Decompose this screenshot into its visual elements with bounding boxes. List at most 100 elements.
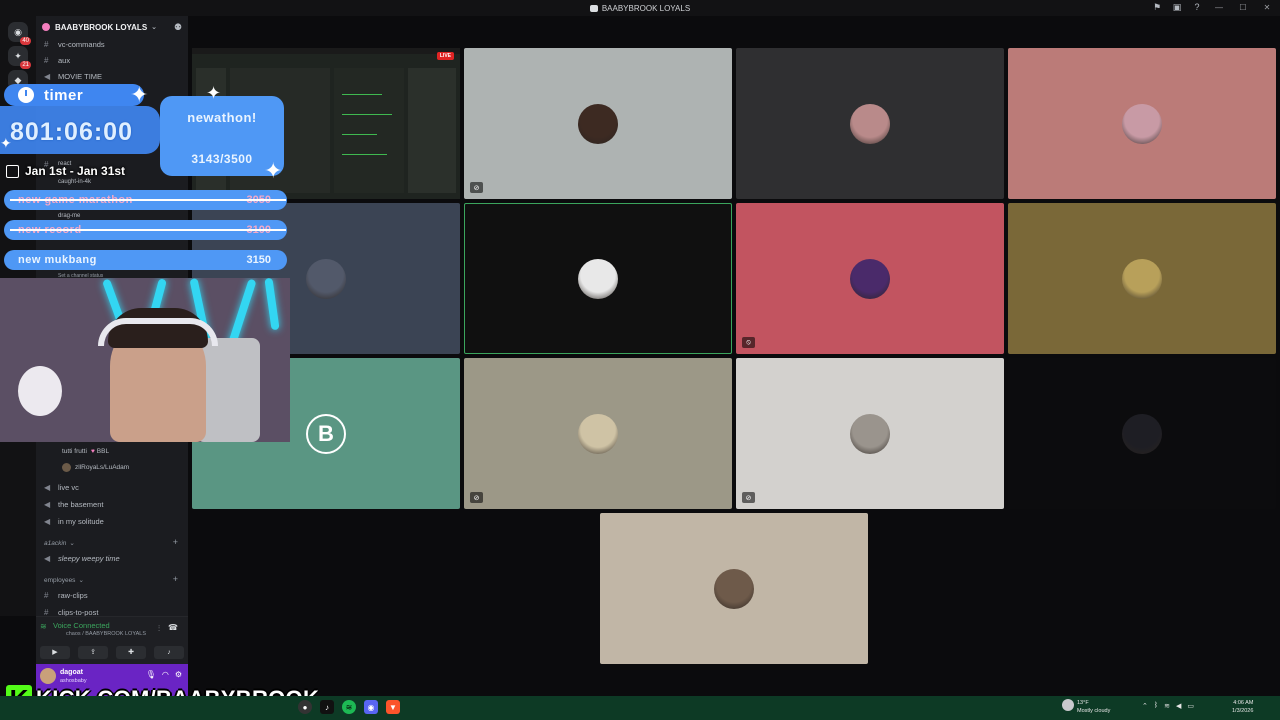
avatar: B: [306, 413, 346, 454]
voice-connected-panel: ≋ Voice Connected chaos / BAABYBROOK LOYA…: [36, 616, 188, 664]
participant-tile[interactable]: [736, 48, 1004, 199]
participant-tile[interactable]: [1008, 358, 1276, 509]
help-icon[interactable]: ?: [1192, 2, 1202, 12]
goal-bar: new record 3100: [4, 220, 287, 240]
sparkle-icon: ✦: [0, 135, 12, 151]
avatar: [850, 103, 890, 144]
hash-icon: #: [44, 590, 49, 600]
heart-icon: ♥: [90, 447, 95, 455]
gear-icon[interactable]: ⚙: [175, 670, 182, 679]
server-header[interactable]: BAABYBROOK LOYALS ⌄ ⚉: [36, 16, 188, 38]
voice-user[interactable]: tutti frutti ♥ BBL: [62, 445, 109, 457]
inbox-icon[interactable]: ▣: [1172, 2, 1182, 12]
voice-channel-item[interactable]: ◀ MOVIE TIME: [44, 69, 102, 83]
spotify-icon[interactable]: ≋: [342, 700, 356, 714]
muted-video-icon: ⊘: [742, 492, 755, 503]
participant-tile[interactable]: ⊘: [464, 48, 732, 199]
soundboard-button[interactable]: ♪: [154, 645, 184, 659]
channel-item[interactable]: # vc-commands: [44, 37, 105, 51]
speaker-icon: ◀: [44, 482, 51, 492]
screen-share-button[interactable]: ⇪: [78, 645, 108, 659]
date-range: Jan 1st - Jan 31st: [6, 164, 125, 178]
avatar: [306, 258, 346, 299]
microphone-icon[interactable]: 🎙: [146, 670, 156, 679]
participant-tile[interactable]: [1008, 48, 1276, 199]
participant-tile[interactable]: [600, 513, 868, 664]
close-button[interactable]: ✕: [1260, 2, 1274, 12]
notification-badge: 21: [20, 61, 31, 69]
goal-bar: new mukbang 3150: [4, 250, 287, 270]
title-bar-controls: ⚑ ▣ ? — ☐ ✕: [1152, 2, 1274, 13]
goal-label: new mukbang: [18, 254, 97, 266]
voice-channel-item[interactable]: ◀ the basement: [44, 497, 103, 511]
camera-button[interactable]: ▶: [40, 645, 70, 659]
webcam-feed: [0, 278, 290, 442]
clock-time: 4:06 AM: [1233, 700, 1254, 706]
invite-icon[interactable]: ⚉: [174, 22, 182, 33]
pin-icon[interactable]: ⚑: [1152, 2, 1162, 12]
avatar: [1122, 413, 1162, 454]
muted-video-icon: ⊘: [470, 492, 483, 503]
activities-button[interactable]: ✚: [116, 645, 146, 659]
chevron-up-icon[interactable]: ⌃: [1142, 702, 1148, 710]
avatar: [578, 413, 618, 454]
speaker-icon: ◀: [44, 499, 51, 509]
participant-tile[interactable]: ⊘: [464, 358, 732, 509]
maximize-button[interactable]: ☐: [1236, 2, 1250, 12]
avatar: [578, 103, 618, 144]
chevron-down-icon: ⌄: [78, 577, 84, 584]
avatar: [1122, 103, 1162, 144]
category-header[interactable]: a1ackin ⌄: [44, 537, 75, 549]
voice-connected-status[interactable]: ≋ Voice Connected: [40, 621, 110, 631]
window-title: BAABYBROOK LOYALS: [601, 3, 691, 13]
taskbar-clock[interactable]: 4:06 AM 1/3/2026: [1232, 699, 1253, 715]
voice-channel-item[interactable]: ◀ in my solitude: [44, 514, 104, 528]
sparkle-icon: ✦: [130, 82, 149, 107]
headphones-icon[interactable]: ◠: [162, 670, 169, 679]
sparkle-icon: ✦: [264, 158, 283, 183]
brave-icon[interactable]: ▼: [386, 700, 400, 714]
notification-badge: 40: [20, 37, 31, 45]
disconnect-icon[interactable]: ☎: [168, 623, 178, 632]
timer-panel: 801:06:00: [0, 106, 160, 154]
bluetooth-icon[interactable]: ᛒ: [1154, 702, 1158, 710]
server-icon[interactable]: ✦ 21: [8, 46, 31, 69]
screen: BAABYBROOK LOYALS ⚑ ▣ ? — ☐ ✕ ◉40 ✦21 ◆2…: [0, 0, 1280, 720]
avatar: [578, 258, 618, 299]
goal-value: 3150: [246, 254, 271, 266]
participant-tile[interactable]: ⊘: [736, 358, 1004, 509]
add-channel-icon[interactable]: +: [173, 574, 178, 584]
taskbar: ● ♪ ≋ ◉ ▼ 13°F Mostly cloudy ⌃ ᛒ ≋ ◀ ▭ 4…: [0, 696, 1280, 720]
tiktok-icon[interactable]: ♪: [320, 700, 334, 714]
noise-suppression-icon[interactable]: ⫶: [158, 624, 160, 634]
title-bar: BAABYBROOK LOYALS ⚑ ▣ ? — ☐ ✕: [0, 0, 1280, 16]
obs-icon[interactable]: ●: [298, 700, 312, 714]
channel-item[interactable]: # aux: [44, 53, 70, 67]
avatar[interactable]: [40, 668, 56, 684]
signal-icon: ≋: [40, 621, 47, 631]
participant-tile[interactable]: [1008, 203, 1276, 354]
chevron-down-icon: ⌄: [69, 540, 75, 547]
participant-tile[interactable]: ⦸: [736, 203, 1004, 354]
voice-user-tag: BBL: [96, 447, 110, 455]
deafened-icon: ⦸: [742, 337, 755, 348]
minimize-button[interactable]: —: [1212, 2, 1226, 12]
home-icon[interactable]: ◉ 40: [8, 22, 31, 45]
weather-widget[interactable]: 13°F Mostly cloudy: [1062, 699, 1110, 715]
add-channel-icon[interactable]: +: [173, 537, 178, 547]
channel-item[interactable]: # raw-clips: [44, 588, 88, 602]
server-name: BAABYBROOK LOYALS: [55, 22, 148, 32]
battery-icon[interactable]: ▭: [1187, 702, 1194, 710]
participant-tile[interactable]: [464, 203, 732, 354]
discord-icon[interactable]: ◉: [364, 700, 378, 714]
voice-user-name: zllRoyaLs/LuAdam: [75, 463, 130, 471]
voice-user[interactable]: zllRoyaLs/LuAdam: [62, 461, 129, 473]
taskbar-apps: ● ♪ ≋ ◉ ▼: [298, 700, 400, 714]
sparkle-icon: ✦: [206, 83, 222, 103]
voice-channel-item[interactable]: ◀ sleepy weepy time: [44, 551, 120, 565]
volume-icon[interactable]: ◀: [1176, 702, 1181, 710]
calendar-icon: [6, 164, 19, 178]
wifi-icon[interactable]: ≋: [1164, 702, 1170, 710]
voice-channel-item[interactable]: ◀ live vc: [44, 480, 79, 494]
category-header[interactable]: employees ⌄: [44, 574, 84, 586]
